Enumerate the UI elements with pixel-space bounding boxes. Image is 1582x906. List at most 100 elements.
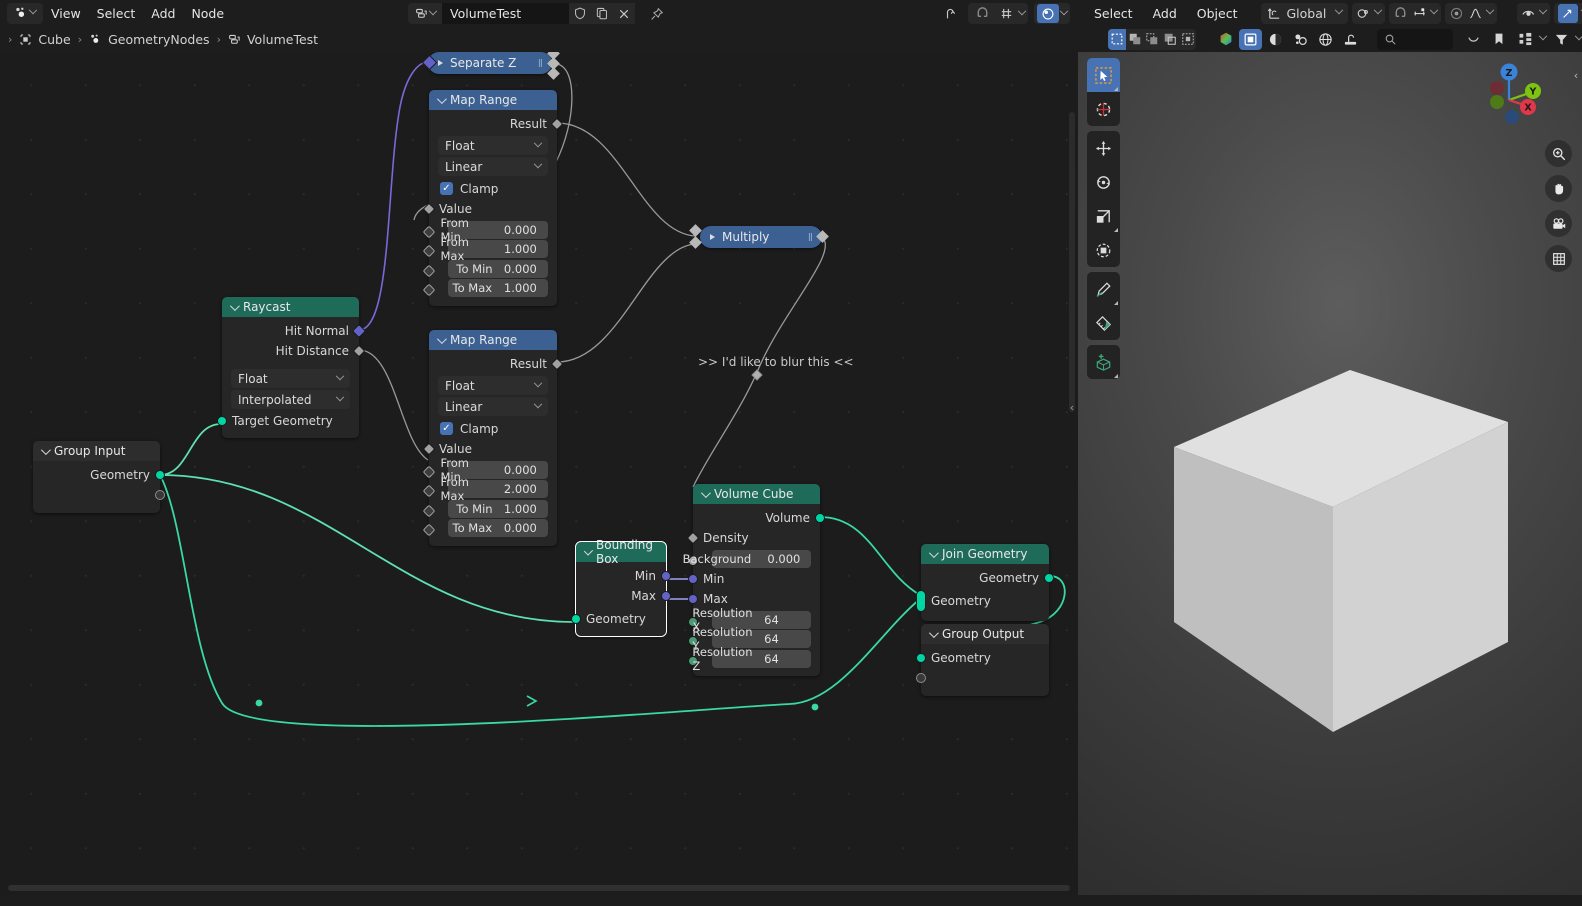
node-header[interactable]: Raycast bbox=[222, 297, 359, 317]
search-input[interactable] bbox=[1376, 28, 1453, 50]
clamp-checkbox-row[interactable]: ✓ Clamp bbox=[429, 418, 557, 439]
input-socket-from-max[interactable] bbox=[422, 484, 436, 498]
visibility-dropdown[interactable] bbox=[1517, 2, 1551, 24]
mapping-dropdown[interactable]: Interpolated bbox=[231, 390, 350, 409]
input-socket-from-min[interactable] bbox=[422, 465, 436, 478]
output-socket-result[interactable] bbox=[550, 357, 564, 371]
input-socket-target-geometry[interactable] bbox=[217, 416, 227, 426]
transform-tool-icon[interactable] bbox=[1087, 233, 1120, 267]
cursor-3d-icon[interactable] bbox=[1087, 92, 1120, 126]
proportional-edit-dropdown[interactable] bbox=[1445, 2, 1498, 24]
cube-mesh[interactable] bbox=[1078, 52, 1582, 895]
chevron-down-icon[interactable] bbox=[1538, 31, 1548, 41]
unlink-button[interactable] bbox=[613, 3, 635, 24]
overlay-sphere-icon[interactable] bbox=[1037, 4, 1059, 23]
outliner-filter-icon[interactable] bbox=[1514, 30, 1536, 49]
new-copy-button[interactable] bbox=[591, 3, 613, 24]
collapse-icon[interactable] bbox=[1462, 30, 1484, 49]
chevron-down-icon[interactable] bbox=[229, 300, 240, 311]
rotate-tool-icon[interactable] bbox=[1087, 165, 1120, 199]
gizmo-dropdown[interactable] bbox=[1554, 2, 1582, 24]
input-socket-virtual[interactable] bbox=[916, 673, 926, 683]
chevron-down-icon[interactable] bbox=[436, 93, 447, 104]
world-icon[interactable] bbox=[1314, 29, 1337, 50]
node-raycast[interactable]: Raycast Hit Normal Hit Distance Float In… bbox=[217, 297, 367, 438]
menu-select[interactable]: Select bbox=[89, 3, 144, 23]
viewport-menu-select[interactable]: Select bbox=[1086, 3, 1141, 23]
node-header[interactable]: Map Range bbox=[429, 330, 557, 350]
input-socket-to-max[interactable] bbox=[422, 283, 436, 297]
vertical-scrollbar[interactable] bbox=[1069, 112, 1075, 412]
chevron-down-icon[interactable] bbox=[928, 547, 939, 558]
hand-pan-icon[interactable] bbox=[1545, 175, 1572, 202]
node-header[interactable]: Group Output bbox=[921, 624, 1049, 644]
scale-tool-icon[interactable] bbox=[1087, 199, 1120, 233]
interpolation-dropdown[interactable]: Linear bbox=[438, 157, 548, 176]
pin-button[interactable] bbox=[647, 3, 667, 24]
chevron-down-icon[interactable] bbox=[436, 333, 447, 344]
node-join-geometry[interactable]: Join Geometry Geometry Geometry bbox=[916, 544, 1054, 621]
solid-shading-icon[interactable] bbox=[1239, 28, 1263, 50]
node-header[interactable]: Join Geometry bbox=[921, 544, 1049, 564]
node-separate-z[interactable]: Separate Z ll bbox=[428, 52, 552, 74]
output-socket-min[interactable] bbox=[661, 571, 671, 581]
material-preview-icon[interactable] bbox=[1264, 29, 1287, 50]
select-box-icon[interactable] bbox=[1108, 28, 1126, 50]
output-socket-max[interactable] bbox=[661, 591, 671, 601]
sidebar-toggle-arrow-icon[interactable]: ‹ bbox=[1066, 387, 1078, 427]
clamp-checkbox[interactable]: ✓ bbox=[440, 182, 453, 195]
gizmo-icon[interactable] bbox=[1558, 3, 1579, 23]
chevron-down-icon[interactable] bbox=[1017, 6, 1027, 15]
interpolation-dropdown[interactable]: Linear bbox=[438, 397, 548, 416]
chevron-down-icon[interactable] bbox=[40, 444, 51, 455]
measure-tool-icon[interactable] bbox=[1087, 306, 1120, 340]
transform-orientation-dropdown[interactable]: Global bbox=[1261, 2, 1349, 24]
xray-icon[interactable] bbox=[1289, 29, 1312, 50]
viewport-sidebar-toggle-icon[interactable]: ‹ bbox=[1570, 58, 1582, 92]
input-socket-geometry-multi[interactable] bbox=[916, 590, 926, 612]
viewport-menu-object[interactable]: Object bbox=[1189, 3, 1246, 23]
node-header[interactable]: Map Range bbox=[429, 90, 557, 110]
breadcrumb-item-nodetree[interactable]: VolumeTest bbox=[228, 32, 318, 47]
data-type-dropdown[interactable]: Float bbox=[438, 376, 548, 395]
breadcrumb-item-modifier[interactable]: GeometryNodes bbox=[89, 32, 210, 47]
chevron-down-icon[interactable] bbox=[583, 545, 594, 556]
snap-arrow-icon[interactable] bbox=[940, 4, 962, 23]
viewport-shading-icon[interactable] bbox=[1339, 29, 1362, 50]
select-invert-icon[interactable] bbox=[1179, 29, 1197, 50]
output-socket-geometry[interactable] bbox=[1044, 573, 1054, 583]
node-header[interactable]: Bounding Box bbox=[576, 538, 666, 566]
output-socket-hit-distance[interactable] bbox=[352, 344, 366, 358]
output-socket-volume[interactable] bbox=[815, 513, 825, 523]
expand-triangle-icon[interactable] bbox=[438, 60, 443, 66]
ortho-grid-icon[interactable] bbox=[1545, 245, 1572, 272]
annotate-tool-icon[interactable] bbox=[1087, 272, 1120, 306]
node-multiply[interactable]: Multiply ll bbox=[700, 226, 822, 248]
add-cube-tool-icon[interactable] bbox=[1087, 345, 1120, 379]
node-group-output[interactable]: Group Output Geometry bbox=[916, 624, 1049, 696]
tweak-select-box-icon[interactable] bbox=[1087, 58, 1120, 92]
input-socket-from-min[interactable] bbox=[422, 225, 436, 238]
input-socket-max[interactable] bbox=[688, 594, 698, 604]
expand-triangle-icon[interactable] bbox=[710, 234, 715, 240]
chevron-down-icon[interactable] bbox=[1059, 6, 1069, 15]
menu-add[interactable]: Add bbox=[143, 3, 183, 23]
datablock-type-button[interactable] bbox=[408, 3, 442, 24]
input-socket-density[interactable] bbox=[686, 531, 700, 545]
output-socket-virtual[interactable] bbox=[155, 490, 165, 500]
funnel-filter-icon[interactable] bbox=[1550, 30, 1572, 49]
move-tool-icon[interactable] bbox=[1087, 131, 1120, 165]
menu-node[interactable]: Node bbox=[183, 3, 232, 23]
input-socket-value[interactable] bbox=[422, 202, 436, 216]
render-preview-icon[interactable] bbox=[1214, 29, 1237, 50]
camera-view-icon[interactable] bbox=[1545, 210, 1572, 237]
clamp-checkbox-row[interactable]: ✓ Clamp bbox=[429, 178, 557, 199]
output-socket-geometry[interactable] bbox=[155, 470, 165, 480]
input-socket-value[interactable] bbox=[422, 442, 436, 456]
node-group-input[interactable]: Group Input Geometry bbox=[33, 441, 165, 513]
node-header[interactable]: Group Input bbox=[33, 441, 160, 461]
magnet-icon[interactable] bbox=[971, 4, 993, 23]
input-socket-geometry[interactable] bbox=[916, 653, 926, 663]
bookmark-icon[interactable] bbox=[1488, 30, 1510, 49]
snap-target-icon[interactable] bbox=[995, 4, 1017, 23]
